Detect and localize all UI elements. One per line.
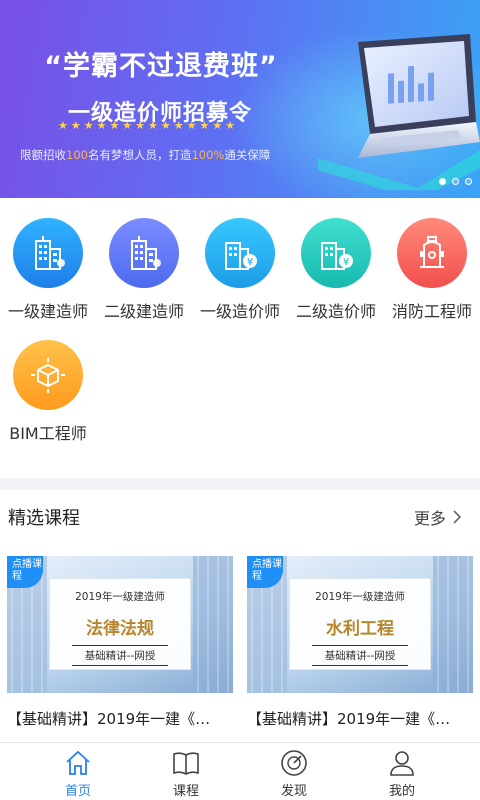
laptop-illustration (318, 34, 480, 190)
course-format: 基础精讲--网授 (84, 650, 156, 662)
tab-label: 首页 (64, 784, 91, 799)
bottom-tab-bar: 首页 课程 发现 我的 (0, 742, 480, 800)
building-coin-icon: ¥ (225, 242, 257, 270)
svg-text:¥: ¥ (343, 257, 349, 268)
category-icon-circle (13, 218, 83, 288)
building-icon (131, 236, 161, 270)
board-rule (72, 665, 168, 666)
category-yizao[interactable]: ¥ 一级造价师 (192, 218, 288, 322)
home-icon (66, 750, 90, 775)
banner-title: “学霸不过退费班” (44, 51, 278, 82)
course-title[interactable]: 【基础精讲】2019年一建《… (247, 708, 479, 729)
tab-profile[interactable]: 我的 (362, 747, 442, 799)
board-rule (312, 645, 408, 646)
category-icon-circle (109, 218, 179, 288)
category-erzao[interactable]: ¥ 二级造价师 (288, 218, 384, 322)
banner-description: 限额招收100名有梦想人员，打造100%通关保障 (20, 148, 271, 162)
category-xiaofang[interactable]: 消防工程师 (384, 218, 480, 322)
tab-discover[interactable]: 发现 (254, 747, 334, 799)
course-subject: 水利工程 (326, 619, 394, 639)
carousel-dot[interactable] (465, 178, 472, 185)
promo-banner[interactable]: “学霸不过退费班” 一级造价师招募令 ★★★★★★★★★★★★★★ 限额招收10… (0, 0, 480, 198)
cube-icon (31, 358, 65, 393)
user-icon (390, 751, 414, 776)
chevron-right-icon (453, 510, 462, 524)
tab-home[interactable]: 首页 (38, 747, 118, 799)
carousel-dots[interactable] (439, 178, 472, 185)
carousel-dot[interactable] (452, 178, 459, 185)
building-icon (35, 236, 65, 270)
section-title: 精选课程 (8, 508, 80, 529)
category-label: BIM工程师 (9, 424, 87, 443)
board-rule (312, 665, 408, 666)
category-label: 二级造价师 (295, 302, 376, 321)
board-rule (72, 645, 168, 646)
category-icon-circle: ¥ (301, 218, 371, 288)
course-format: 基础精讲--网授 (324, 650, 396, 662)
course-card[interactable]: 点播课程 2019年一级建造师 水利工程 基础精讲--网授 (247, 556, 473, 693)
course-year-line: 2019年一级建造师 (315, 591, 405, 603)
carousel-dot[interactable] (439, 178, 446, 185)
category-yijian[interactable]: 一级建造师 (0, 218, 96, 322)
course-title[interactable]: 【基础精讲】2019年一建《… (7, 708, 239, 729)
category-bim[interactable]: BIM工程师 (0, 340, 96, 444)
tab-courses[interactable]: 课程 (146, 747, 226, 799)
course-subject: 法律法规 (86, 619, 154, 639)
tab-label: 发现 (280, 784, 307, 799)
category-label: 二级建造师 (103, 302, 184, 321)
category-icon-circle (397, 218, 467, 288)
course-board: 2019年一级建造师 水利工程 基础精讲--网授 (289, 578, 431, 670)
section-divider (0, 478, 480, 490)
book-icon (173, 752, 199, 775)
hydrant-icon (420, 236, 444, 268)
home-screen: “学霸不过退费班” 一级造价师招募令 ★★★★★★★★★★★★★★ 限额招收10… (0, 0, 480, 800)
building-coin-icon: ¥ (321, 242, 353, 270)
more-link[interactable]: 更多 (414, 505, 462, 529)
svg-text:¥: ¥ (247, 257, 253, 268)
course-year-line: 2019年一级建造师 (75, 591, 165, 603)
tab-label: 课程 (172, 784, 199, 799)
tab-label: 我的 (388, 784, 415, 799)
category-icon-circle: ¥ (205, 218, 275, 288)
category-erjian[interactable]: 二级建造师 (96, 218, 192, 322)
category-label: 一级建造师 (7, 302, 88, 321)
more-label: 更多 (413, 509, 446, 528)
course-card[interactable]: 点播课程 2019年一级建造师 法律法规 基础精讲--网授 (7, 556, 233, 693)
course-board: 2019年一级建造师 法律法规 基础精讲--网授 (49, 578, 191, 670)
compass-icon (281, 750, 307, 776)
category-icon-circle (13, 340, 83, 410)
category-label: 一级造价师 (199, 302, 280, 321)
category-label: 消防工程师 (391, 302, 472, 321)
banner-stars: ★★★★★★★★★★★★★★ (58, 119, 239, 132)
